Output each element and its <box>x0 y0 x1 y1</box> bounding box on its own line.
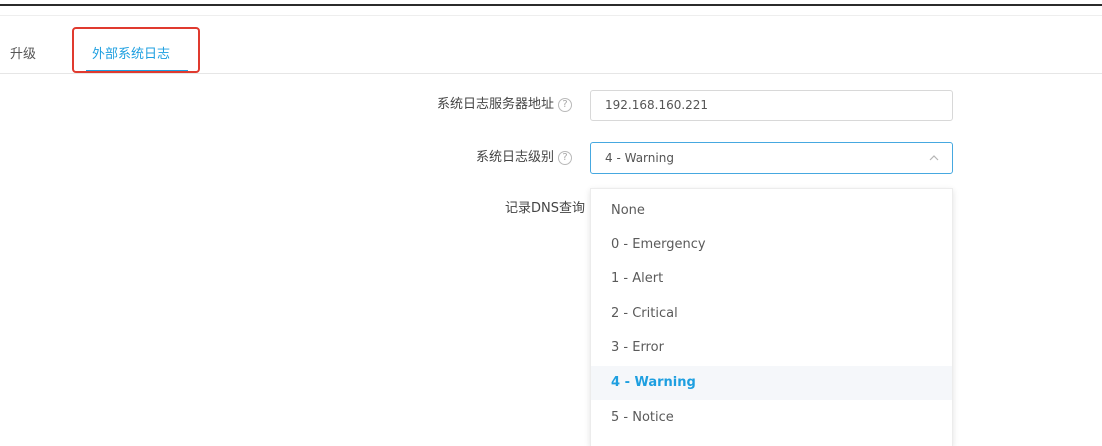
dropdown-option-emergency[interactable]: 0 - Emergency <box>591 228 952 262</box>
syslog-level-label: 系统日志级别 ? <box>476 150 572 166</box>
syslog-server-label-text: 系统日志服务器地址 <box>436 97 554 112</box>
chevron-up-icon <box>929 155 939 161</box>
dropdown-option-warning[interactable]: 4 - Warning <box>591 366 952 400</box>
top-divider <box>0 4 1102 6</box>
dns-log-label: 记录DNS查询 <box>505 201 585 217</box>
dns-log-label-text: 记录DNS查询 <box>505 201 585 216</box>
tab-upgrade[interactable]: 升级 <box>10 47 36 63</box>
dropdown-option-critical[interactable]: 2 - Critical <box>591 297 952 331</box>
dropdown-option-error[interactable]: 3 - Error <box>591 331 952 365</box>
annotation-highlight-box <box>72 27 200 73</box>
syslog-level-selected-value: 4 - Warning <box>605 151 674 165</box>
dropdown-option-notice[interactable]: 5 - Notice <box>591 401 952 435</box>
help-circle-icon[interactable]: ? <box>558 151 572 165</box>
syslog-server-label: 系统日志服务器地址 ? <box>437 97 572 113</box>
syslog-level-label-text: 系统日志级别 <box>475 150 554 165</box>
dropdown-option-alert[interactable]: 1 - Alert <box>591 262 952 296</box>
dropdown-option-none[interactable]: None <box>591 194 952 228</box>
help-circle-icon[interactable]: ? <box>558 98 572 112</box>
syslog-level-dropdown: None 0 - Emergency 1 - Alert 2 - Critica… <box>590 188 953 446</box>
header-divider <box>0 15 1102 16</box>
tab-bar-divider <box>0 73 1102 74</box>
syslog-server-input[interactable]: 192.168.160.221 <box>590 90 953 121</box>
syslog-level-select[interactable]: 4 - Warning <box>590 142 953 174</box>
